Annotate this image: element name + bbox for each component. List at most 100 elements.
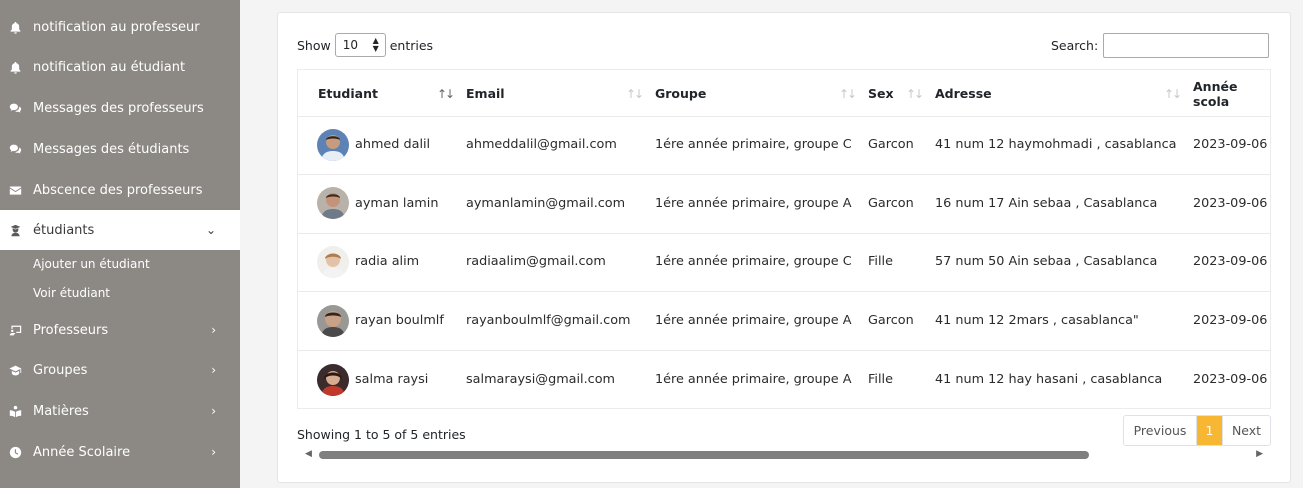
- column-header-annee[interactable]: Année scola: [1193, 70, 1270, 117]
- student-email: rayanboulmlf@gmail.com: [466, 313, 631, 328]
- student-name: radia alim: [355, 254, 420, 269]
- student-adresse: 41 num 12 hay hasani , casablanca: [935, 372, 1163, 387]
- student-groupe: 1ére année primaire, groupe C: [655, 137, 852, 152]
- column-header-adresse[interactable]: Adresse: [935, 70, 992, 117]
- comments-icon: [8, 142, 22, 156]
- student-sex: Fille: [868, 372, 893, 387]
- entries-select[interactable]: 10 ▲ ▼: [334, 33, 386, 57]
- student-sex: Garcon: [868, 196, 914, 211]
- student-adresse: 41 num 12 haymohmadi , casablanca: [935, 137, 1177, 152]
- avatar: [317, 364, 349, 396]
- row-divider: [298, 291, 1270, 292]
- avatar: [317, 129, 349, 161]
- student-name: salma raysi: [355, 372, 429, 387]
- chalkboard-icon: [8, 323, 22, 337]
- student-sex: Fille: [868, 254, 893, 269]
- pagination: Previous 1 Next: [1123, 415, 1271, 446]
- chevron-down-icon: ⌄: [205, 223, 216, 237]
- student-email: aymanlamin@gmail.com: [466, 196, 626, 211]
- bell-icon: [8, 60, 22, 74]
- book-reader-icon: [8, 404, 22, 418]
- column-header-groupe[interactable]: Groupe: [655, 70, 706, 117]
- sidebar-item-messages-professeurs[interactable]: Messages des professeurs: [0, 88, 240, 128]
- sort-icon: ↑↓: [906, 87, 924, 101]
- sidebar-item-etudiants[interactable]: étudiants ⌄: [0, 210, 240, 250]
- show-entries-control: Show 10 ▲ ▼ entries: [297, 33, 433, 57]
- student-sex: Garcon: [868, 137, 914, 152]
- table-info: Showing 1 to 5 of 5 entries: [297, 427, 466, 442]
- horizontal-scrollbar[interactable]: ◀ ▶: [303, 449, 1265, 461]
- student-email: salmaraysi@gmail.com: [466, 372, 616, 387]
- avatar: [317, 246, 349, 278]
- row-divider: [298, 233, 1270, 234]
- student-adresse: 41 num 12 2mars , casablanca": [935, 313, 1139, 328]
- entries-label: entries: [389, 37, 434, 53]
- sidebar-item-label: étudiants: [33, 222, 95, 238]
- student-name: rayan boulmlf: [355, 313, 444, 328]
- student-groupe: 1ére année primaire, groupe A: [655, 313, 852, 328]
- sidebar-item-label: Professeurs: [33, 322, 109, 338]
- comments-icon: [8, 101, 22, 115]
- sidebar-item-professeurs[interactable]: Professeurs ›: [0, 310, 240, 350]
- search-input[interactable]: [1103, 33, 1270, 58]
- clock-icon: [8, 445, 22, 459]
- column-header-etudiant[interactable]: Etudiant: [318, 70, 378, 117]
- avatar: [317, 187, 349, 219]
- student-annee: 2023-09-06: [1193, 313, 1268, 328]
- next-button[interactable]: Next: [1222, 416, 1270, 445]
- page-1-button[interactable]: 1: [1197, 416, 1222, 445]
- subitem-ajouter-etudiant[interactable]: Ajouter un étudiant: [33, 257, 150, 271]
- chevron-right-icon: ›: [211, 404, 216, 418]
- sidebar-item-annee-scolaire[interactable]: Année Scolaire ›: [0, 432, 240, 472]
- sort-icon: ↑↓: [437, 87, 455, 101]
- student-annee: 2023-09-06: [1193, 196, 1268, 211]
- student-sex: Garcon: [868, 313, 914, 328]
- sidebar-item-groupes[interactable]: Groupes ›: [0, 350, 240, 390]
- sidebar-item-label: Messages des professeurs: [33, 100, 204, 116]
- chevron-right-icon: ›: [211, 445, 216, 459]
- sidebar-item-notification-etudiant[interactable]: notification au étudiant: [0, 47, 240, 87]
- row-divider: [298, 350, 1270, 351]
- search-label: Search:: [1051, 38, 1099, 53]
- student-adresse: 16 num 17 Ain sebaa , Casablanca: [935, 196, 1158, 211]
- sidebar-item-abscence-professeurs[interactable]: Abscence des professeurs: [0, 170, 240, 210]
- sort-icon: ↑↓: [1164, 87, 1182, 101]
- student-name: ayman lamin: [355, 196, 439, 211]
- sidebar-item-label: notification au professeur: [33, 19, 200, 35]
- avatar: [317, 305, 349, 337]
- student-annee: 2023-09-06: [1193, 254, 1268, 269]
- graduation-cap-icon: [8, 363, 22, 377]
- scrollbar-thumb[interactable]: [319, 451, 1089, 459]
- sidebar-item-label: Groupes: [33, 362, 88, 378]
- select-arrows-icon: ▲ ▼: [372, 36, 379, 53]
- envelope-icon: [8, 183, 22, 197]
- sidebar-item-label: Année Scolaire: [33, 444, 131, 460]
- column-header-email[interactable]: Email: [466, 70, 505, 117]
- student-annee: 2023-09-06: [1193, 372, 1268, 387]
- sidebar: notification au professeur notification …: [0, 0, 240, 488]
- sidebar-item-matieres[interactable]: Matières ›: [0, 391, 240, 431]
- scroll-right-icon[interactable]: ▶: [1256, 449, 1263, 459]
- scroll-left-icon[interactable]: ◀: [305, 449, 312, 459]
- student-email: ahmeddalil@gmail.com: [466, 137, 617, 152]
- sidebar-item-notification-professeur[interactable]: notification au professeur: [0, 7, 240, 47]
- student-annee: 2023-09-06: [1193, 137, 1268, 152]
- row-divider: [298, 174, 1270, 175]
- search-control: Search:: [1051, 33, 1270, 58]
- student-groupe: 1ére année primaire, groupe A: [655, 372, 852, 387]
- students-table: Etudiant ↑↓ Email ↑↓ Groupe ↑↓ Sex ↑↓ Ad…: [297, 69, 1271, 409]
- chevron-right-icon: ›: [211, 363, 216, 377]
- subitem-voir-etudiant[interactable]: Voir étudiant: [33, 286, 110, 300]
- chevron-right-icon: ›: [211, 323, 216, 337]
- sidebar-item-label: Abscence des professeurs: [33, 182, 203, 198]
- sidebar-item-messages-etudiants[interactable]: Messages des étudiants: [0, 129, 240, 169]
- previous-button[interactable]: Previous: [1124, 416, 1197, 445]
- column-header-sex[interactable]: Sex: [868, 70, 894, 117]
- student-adresse: 57 num 50 Ain sebaa , Casablanca: [935, 254, 1158, 269]
- student-groupe: 1ére année primaire, groupe A: [655, 196, 852, 211]
- sidebar-item-label: Matières: [33, 403, 89, 419]
- show-label: Show: [297, 37, 331, 53]
- header-divider: [298, 116, 1270, 117]
- student-icon: [8, 223, 22, 237]
- sidebar-item-label: notification au étudiant: [33, 59, 186, 75]
